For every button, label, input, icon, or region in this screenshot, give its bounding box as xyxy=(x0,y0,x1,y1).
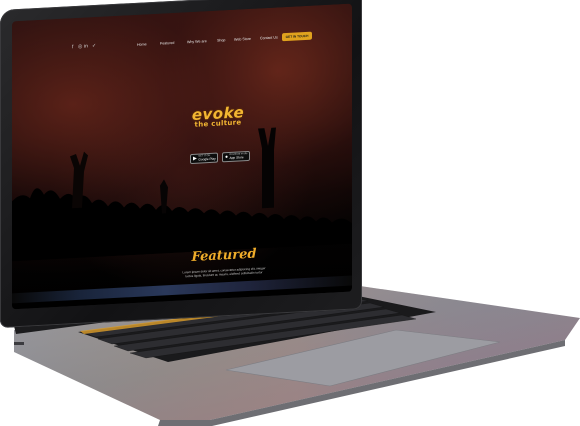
website-screen: f ◎ in ✓ Home Featured Why We are Shop W… xyxy=(12,3,352,310)
concert-crowd-image xyxy=(12,123,352,262)
instagram-icon[interactable]: ◎ xyxy=(78,44,82,50)
google-play-icon: ▶ xyxy=(193,155,197,162)
nav-why-we-are[interactable]: Why We are xyxy=(187,39,207,44)
evoke-logo: evoke the culture xyxy=(188,103,248,129)
nav-web-store[interactable]: Web Store xyxy=(234,37,251,42)
laptop-lid: f ◎ in ✓ Home Featured Why We are Shop W… xyxy=(0,0,362,329)
app-store-label: App Store xyxy=(229,154,244,160)
get-in-touch-button[interactable]: GET IN TOUCH xyxy=(282,31,312,42)
facebook-icon[interactable]: f xyxy=(72,44,73,50)
linkedin-icon[interactable]: in xyxy=(84,43,88,49)
nav-home[interactable]: Home xyxy=(137,42,147,47)
app-store-badge[interactable]: ● Download on the App Store xyxy=(222,150,250,163)
google-play-label: Google Play xyxy=(198,156,216,162)
google-play-badge[interactable]: ▶ GET IT ON Google Play xyxy=(190,152,218,165)
nav-shop[interactable]: Shop xyxy=(217,38,225,42)
featured-description: Lorem ipsum dolor sit amet, consectetur … xyxy=(174,266,274,280)
apple-icon: ● xyxy=(225,153,229,160)
nav-contact-us[interactable]: Contact Us xyxy=(260,35,278,40)
twitter-icon[interactable]: ✓ xyxy=(92,43,96,49)
nav-featured[interactable]: Featured xyxy=(160,41,174,46)
top-nav: f ◎ in ✓ Home Featured Why We are Shop W… xyxy=(12,30,352,62)
featured-heading: Featured xyxy=(191,246,257,265)
laptop-mockup: f ◎ in ✓ Home Featured Why We are Shop W… xyxy=(0,0,580,426)
featured-strip xyxy=(12,275,352,304)
logo-tagline: the culture xyxy=(194,118,242,129)
side-port xyxy=(14,342,24,345)
